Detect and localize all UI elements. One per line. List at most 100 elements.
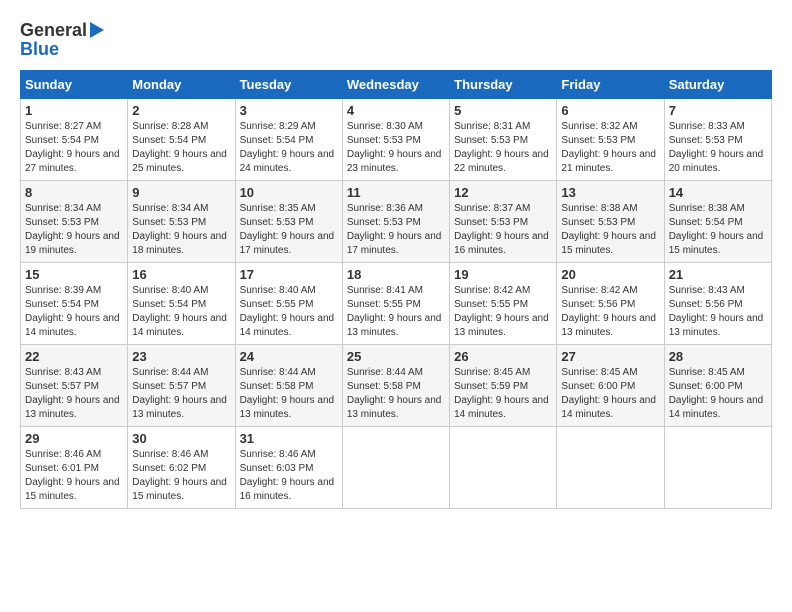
calendar-week-2: 8Sunrise: 8:34 AMSunset: 5:53 PMDaylight… <box>21 181 772 263</box>
day-number: 10 <box>240 185 338 200</box>
day-info: Sunrise: 8:35 AMSunset: 5:53 PMDaylight:… <box>240 202 338 258</box>
calendar-header-tuesday: Tuesday <box>235 71 342 99</box>
calendar-cell: 31 Sunrise: 8:46 AMSunset: 6:03 PMDayligh… <box>235 427 342 509</box>
calendar-week-1: 1 Sunrise: 8:27 AMSunset: 5:54 PMDaylight… <box>21 99 772 181</box>
day-info: Sunrise: 8:46 AMSunset: 6:02 PMDaylight:… <box>132 448 230 504</box>
day-info: Sunrise: 8:43 AMSunset: 5:56 PMDaylight:… <box>669 284 767 340</box>
day-info: Sunrise: 8:32 AMSunset: 5:53 PMDaylight:… <box>561 120 659 176</box>
calendar-cell: 21 Sunrise: 8:43 AMSunset: 5:56 PMDayligh… <box>664 263 771 345</box>
calendar-cell: 1 Sunrise: 8:27 AMSunset: 5:54 PMDaylight… <box>21 99 128 181</box>
day-number: 6 <box>561 103 659 118</box>
day-number: 31 <box>240 431 338 446</box>
day-info: Sunrise: 8:41 AMSunset: 5:55 PMDaylight:… <box>347 284 445 340</box>
calendar-cell: 15 Sunrise: 8:39 AMSunset: 5:54 PMDayligh… <box>21 263 128 345</box>
calendar-header-thursday: Thursday <box>450 71 557 99</box>
calendar-cell: 8Sunrise: 8:34 AMSunset: 5:53 PMDaylight… <box>21 181 128 263</box>
day-number: 12 <box>454 185 552 200</box>
day-number: 30 <box>132 431 230 446</box>
calendar-week-4: 22 Sunrise: 8:43 AMSunset: 5:57 PMDayligh… <box>21 345 772 427</box>
day-info: Sunrise: 8:45 AMSunset: 6:00 PMDaylight:… <box>561 366 659 422</box>
day-number: 21 <box>669 267 767 282</box>
day-info: Sunrise: 8:38 AMSunset: 5:54 PMDaylight:… <box>669 202 767 258</box>
calendar-header-saturday: Saturday <box>664 71 771 99</box>
day-info: Sunrise: 8:42 AMSunset: 5:55 PMDaylight:… <box>454 284 552 340</box>
day-info: Sunrise: 8:30 AMSunset: 5:53 PMDaylight:… <box>347 120 445 176</box>
logo-blue-text: Blue <box>20 39 59 60</box>
calendar-cell: 24 Sunrise: 8:44 AMSunset: 5:58 PMDayligh… <box>235 345 342 427</box>
day-info: Sunrise: 8:34 AMSunset: 5:53 PMDaylight:… <box>132 202 230 258</box>
day-number: 14 <box>669 185 767 200</box>
day-number: 18 <box>347 267 445 282</box>
day-number: 7 <box>669 103 767 118</box>
calendar-cell: 14 Sunrise: 8:38 AMSunset: 5:54 PMDayligh… <box>664 181 771 263</box>
calendar-cell: 9 Sunrise: 8:34 AMSunset: 5:53 PMDaylight… <box>128 181 235 263</box>
day-info: Sunrise: 8:39 AMSunset: 5:54 PMDaylight:… <box>25 284 123 340</box>
day-number: 5 <box>454 103 552 118</box>
day-info: Sunrise: 8:45 AMSunset: 5:59 PMDaylight:… <box>454 366 552 422</box>
calendar-header-friday: Friday <box>557 71 664 99</box>
calendar-cell: 13Sunrise: 8:38 AMSunset: 5:53 PMDayligh… <box>557 181 664 263</box>
calendar-cell <box>664 427 771 509</box>
day-number: 9 <box>132 185 230 200</box>
calendar-header-monday: Monday <box>128 71 235 99</box>
day-info: Sunrise: 8:43 AMSunset: 5:57 PMDaylight:… <box>25 366 123 422</box>
day-number: 20 <box>561 267 659 282</box>
day-info: Sunrise: 8:34 AMSunset: 5:53 PMDaylight:… <box>25 202 123 258</box>
calendar-week-5: 29Sunrise: 8:46 AMSunset: 6:01 PMDayligh… <box>21 427 772 509</box>
day-number: 11 <box>347 185 445 200</box>
day-number: 22 <box>25 349 123 364</box>
day-info: Sunrise: 8:33 AMSunset: 5:53 PMDaylight:… <box>669 120 767 176</box>
day-number: 28 <box>669 349 767 364</box>
day-info: Sunrise: 8:42 AMSunset: 5:56 PMDaylight:… <box>561 284 659 340</box>
day-number: 23 <box>132 349 230 364</box>
day-number: 2 <box>132 103 230 118</box>
calendar-header-sunday: Sunday <box>21 71 128 99</box>
day-info: Sunrise: 8:31 AMSunset: 5:53 PMDaylight:… <box>454 120 552 176</box>
logo: General Blue <box>20 20 104 60</box>
day-number: 24 <box>240 349 338 364</box>
day-info: Sunrise: 8:44 AMSunset: 5:57 PMDaylight:… <box>132 366 230 422</box>
day-number: 27 <box>561 349 659 364</box>
calendar-cell: 19Sunrise: 8:42 AMSunset: 5:55 PMDayligh… <box>450 263 557 345</box>
calendar-cell: 30 Sunrise: 8:46 AMSunset: 6:02 PMDayligh… <box>128 427 235 509</box>
calendar-cell: 16 Sunrise: 8:40 AMSunset: 5:54 PMDayligh… <box>128 263 235 345</box>
day-number: 16 <box>132 267 230 282</box>
day-number: 4 <box>347 103 445 118</box>
calendar-cell: 22 Sunrise: 8:43 AMSunset: 5:57 PMDayligh… <box>21 345 128 427</box>
day-info: Sunrise: 8:45 AMSunset: 6:00 PMDaylight:… <box>669 366 767 422</box>
day-info: Sunrise: 8:29 AMSunset: 5:54 PMDaylight:… <box>240 120 338 176</box>
calendar-table: SundayMondayTuesdayWednesdayThursdayFrid… <box>20 70 772 509</box>
calendar-cell: 29Sunrise: 8:46 AMSunset: 6:01 PMDayligh… <box>21 427 128 509</box>
day-number: 17 <box>240 267 338 282</box>
day-number: 3 <box>240 103 338 118</box>
calendar-cell: 26 Sunrise: 8:45 AMSunset: 5:59 PMDayligh… <box>450 345 557 427</box>
day-info: Sunrise: 8:40 AMSunset: 5:54 PMDaylight:… <box>132 284 230 340</box>
day-info: Sunrise: 8:27 AMSunset: 5:54 PMDaylight:… <box>25 120 123 176</box>
day-number: 29 <box>25 431 123 446</box>
page-header: General Blue <box>20 20 772 60</box>
calendar-cell <box>342 427 449 509</box>
day-info: Sunrise: 8:46 AMSunset: 6:03 PMDaylight:… <box>240 448 338 504</box>
calendar-cell: 2 Sunrise: 8:28 AMSunset: 5:54 PMDaylight… <box>128 99 235 181</box>
calendar-cell: 17 Sunrise: 8:40 AMSunset: 5:55 PMDayligh… <box>235 263 342 345</box>
day-info: Sunrise: 8:44 AMSunset: 5:58 PMDaylight:… <box>240 366 338 422</box>
calendar-header-row: SundayMondayTuesdayWednesdayThursdayFrid… <box>21 71 772 99</box>
calendar-cell: 7 Sunrise: 8:33 AMSunset: 5:53 PMDaylight… <box>664 99 771 181</box>
day-number: 13 <box>561 185 659 200</box>
calendar-cell <box>450 427 557 509</box>
day-number: 25 <box>347 349 445 364</box>
calendar-cell: 6 Sunrise: 8:32 AMSunset: 5:53 PMDaylight… <box>557 99 664 181</box>
calendar-cell: 27 Sunrise: 8:45 AMSunset: 6:00 PMDayligh… <box>557 345 664 427</box>
calendar-cell: 4 Sunrise: 8:30 AMSunset: 5:53 PMDaylight… <box>342 99 449 181</box>
calendar-cell: 18 Sunrise: 8:41 AMSunset: 5:55 PMDayligh… <box>342 263 449 345</box>
day-info: Sunrise: 8:44 AMSunset: 5:58 PMDaylight:… <box>347 366 445 422</box>
day-info: Sunrise: 8:40 AMSunset: 5:55 PMDaylight:… <box>240 284 338 340</box>
logo-arrow-icon <box>90 22 104 38</box>
day-number: 1 <box>25 103 123 118</box>
day-number: 15 <box>25 267 123 282</box>
day-info: Sunrise: 8:28 AMSunset: 5:54 PMDaylight:… <box>132 120 230 176</box>
day-number: 26 <box>454 349 552 364</box>
day-info: Sunrise: 8:37 AMSunset: 5:53 PMDaylight:… <box>454 202 552 258</box>
calendar-cell: 20 Sunrise: 8:42 AMSunset: 5:56 PMDayligh… <box>557 263 664 345</box>
calendar-body: 1 Sunrise: 8:27 AMSunset: 5:54 PMDaylight… <box>21 99 772 509</box>
